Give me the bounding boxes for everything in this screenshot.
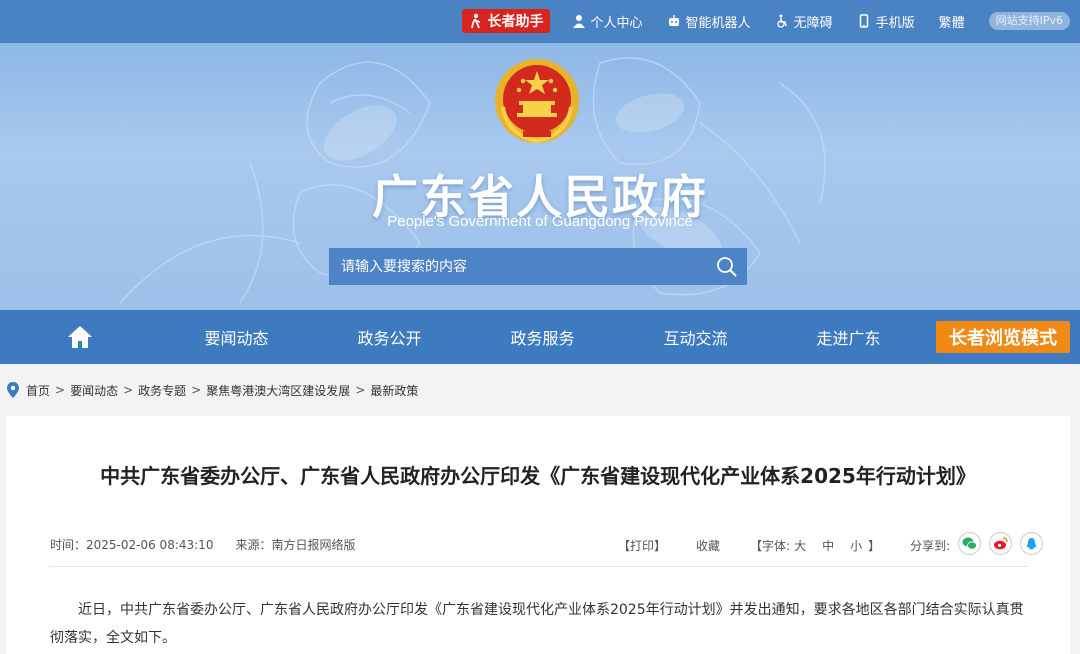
robot-icon [668, 15, 679, 26]
nav-home[interactable] [0, 310, 160, 364]
font-size-large[interactable]: 大 [794, 537, 806, 554]
wechat-share-button[interactable] [958, 532, 982, 555]
traditional-chinese-link[interactable]: 繁體 [939, 12, 965, 31]
article-tools: 【打印】 收藏 【字体: 大 中 小 】 分享到: [618, 532, 1044, 555]
font-size-small[interactable]: 小 [850, 537, 862, 554]
nav-item-about-guangdong[interactable]: 走进广东 [772, 325, 925, 349]
font-size-selector: 【字体: 大 中 小 】 [750, 537, 880, 554]
search-bar [329, 248, 747, 285]
article-body: 近日，中共广东省委办公厅、广东省人民政府办公厅印发《广东省建设现代化产业体系20… [50, 602, 1024, 646]
breadcrumb: 首页 > 要闻动态 > 政务专题 > 聚焦粤港澳大湾区建设发展 > 最新政策 [6, 381, 418, 399]
search-input[interactable] [341, 258, 707, 275]
national-emblem-icon [495, 59, 579, 144]
weibo-icon [994, 537, 1008, 550]
qq-share-button[interactable] [1020, 532, 1044, 555]
publish-time: 时间：2025-02-06 08:43:10 [50, 538, 214, 552]
robot-label: 智能机器人 [685, 15, 751, 31]
article-title: 中共广东省委办公厅、广东省人民政府办公厅印发《广东省建设现代化产业体系2025年… [100, 464, 976, 488]
article-source: 来源：南方日报网络版 [235, 538, 356, 552]
article-meta: 时间：2025-02-06 08:43:10 来源：南方日报网络版 [50, 536, 355, 553]
share-group: 分享到: [910, 532, 1044, 555]
location-icon [7, 382, 19, 398]
robot-link[interactable]: 智能机器人 [667, 12, 751, 31]
font-size-label: 【字体: [750, 539, 791, 553]
mobile-label: 手机版 [875, 15, 915, 31]
breadcrumb-separator: > [191, 383, 202, 397]
breadcrumb-news[interactable]: 要闻动态 [70, 382, 118, 399]
mobile-link[interactable]: 手机版 [857, 12, 915, 31]
search-button[interactable] [707, 248, 747, 285]
breadcrumb-separator: > [55, 383, 66, 397]
article-card: 中共广东省委办公厅、广东省人民政府办公厅印发《广东省建设现代化产业体系2025年… [6, 416, 1070, 654]
breadcrumb-separator: > [123, 383, 134, 397]
weibo-share-button[interactable] [989, 532, 1013, 555]
accessibility-link[interactable]: 无障碍 [775, 12, 833, 31]
breadcrumb-topics[interactable]: 政务专题 [138, 382, 186, 399]
phone-icon [859, 14, 868, 28]
font-size-close: 】 [868, 539, 881, 553]
share-label: 分享到: [910, 539, 951, 553]
wechat-icon [962, 537, 978, 550]
top-utility-bar: 长者助手 个人中心 智能机器人 无障碍 手机版 繁體 网站支持IPv6 [0, 0, 1080, 43]
user-icon [572, 15, 585, 28]
favorite-button[interactable]: 收藏 [696, 537, 720, 554]
elder-assistant-button[interactable]: 长者助手 [461, 9, 550, 33]
nav-item-news[interactable]: 要闻动态 [160, 325, 313, 349]
home-icon [68, 326, 92, 348]
elder-assistant-label: 长者助手 [487, 14, 544, 30]
personal-center-link[interactable]: 个人中心 [572, 12, 643, 31]
elder-icon [470, 13, 480, 29]
personal-center-label: 个人中心 [590, 15, 643, 31]
breadcrumb-latest-policy[interactable]: 最新政策 [370, 382, 418, 399]
breadcrumb-greater-bay-area[interactable]: 聚焦粤港澳大湾区建设发展 [206, 382, 350, 399]
government-subtitle: People's Government of Guangdong Provinc… [387, 213, 693, 230]
print-button[interactable]: 【打印】 [618, 537, 666, 554]
nav-item-open-government[interactable]: 政务公开 [313, 325, 466, 349]
nav-item-services[interactable]: 政务服务 [466, 325, 619, 349]
breadcrumb-separator: > [355, 383, 366, 397]
breadcrumb-home[interactable]: 首页 [26, 382, 50, 399]
elder-mode-button[interactable]: 长者浏览模式 [936, 321, 1070, 353]
nav-item-interaction[interactable]: 互动交流 [619, 325, 772, 349]
wheelchair-icon [776, 14, 787, 28]
meta-divider [50, 566, 1028, 567]
traditional-label: 繁體 [938, 15, 965, 31]
top-links: 长者助手 个人中心 智能机器人 无障碍 手机版 繁體 网站支持IPv6 [461, 8, 1070, 34]
header-banner: 广东省人民政府 People's Government of Guangdong… [0, 43, 1080, 310]
main-nav: 要闻动态 政务公开 政务服务 互动交流 走进广东 长者浏览模式 [0, 310, 1080, 364]
search-icon [717, 256, 737, 277]
qq-icon [1026, 537, 1037, 549]
accessibility-label: 无障碍 [793, 15, 833, 31]
ipv6-badge: 网站支持IPv6 [988, 12, 1070, 30]
font-size-medium[interactable]: 中 [822, 537, 834, 554]
